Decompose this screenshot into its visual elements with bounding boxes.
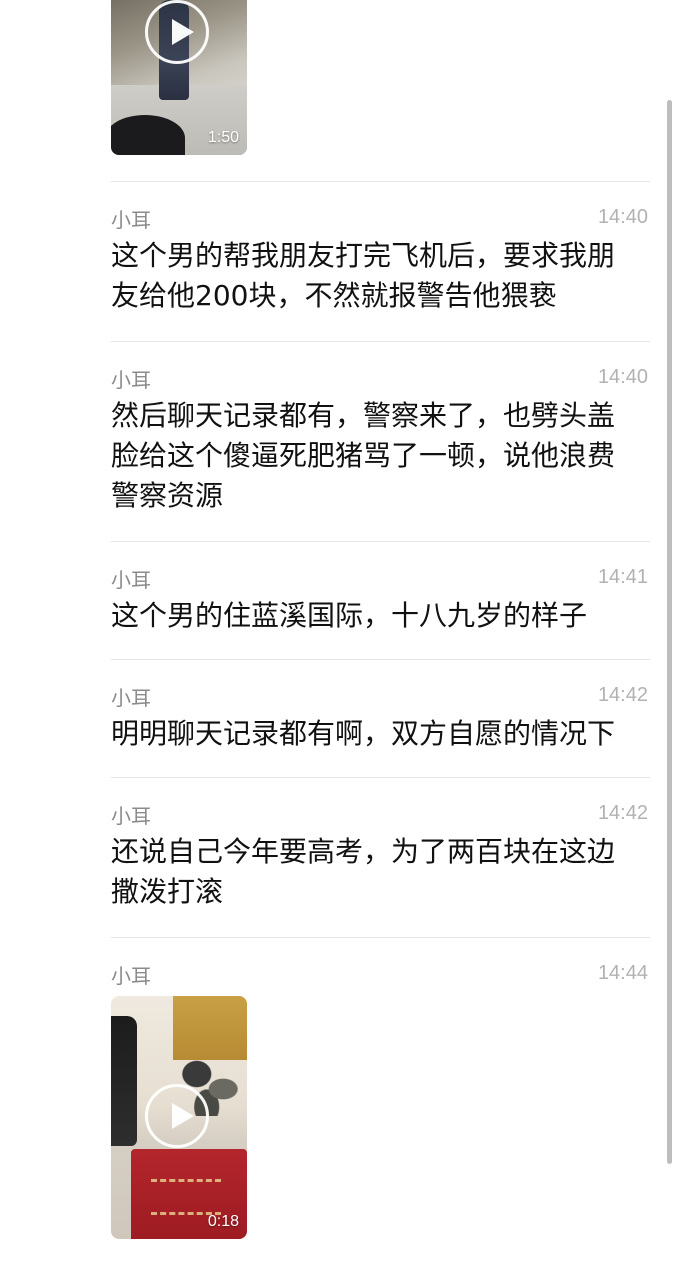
- message-sender: 小耳: [111, 368, 151, 392]
- message-divider: [111, 937, 650, 938]
- message-sender: 小耳: [111, 568, 151, 592]
- message-divider: [111, 541, 650, 542]
- video-thumbnail-mat-pattern: [151, 1179, 221, 1215]
- message-divider: [111, 341, 650, 342]
- message-sender: 小耳: [111, 208, 151, 232]
- message-sender: 小耳: [111, 686, 151, 710]
- play-icon[interactable]: [145, 0, 209, 64]
- video-duration: 1:50: [207, 129, 239, 146]
- play-icon[interactable]: [145, 1084, 209, 1148]
- chat-history-page: 1:50 小耳 14:40 这个男的帮我朋友打完飞机后，要求我朋友给他200块，…: [0, 0, 678, 1280]
- message-divider: [111, 777, 650, 778]
- message-time: 14:41: [597, 566, 648, 588]
- message-text: 明明聊天记录都有啊，双方自愿的情况下: [111, 717, 616, 750]
- video-thumbnail-leg: [111, 1016, 137, 1146]
- message-divider: [111, 181, 650, 182]
- message-time: 14:40: [597, 206, 648, 228]
- video-message-2[interactable]: 0:18: [111, 996, 247, 1239]
- scrollbar[interactable]: [667, 100, 672, 1164]
- message-divider: [111, 659, 650, 660]
- video-thumbnail-door: [173, 996, 247, 1060]
- video-duration: 0:18: [207, 1213, 239, 1230]
- video-message-1[interactable]: 1:50: [111, 0, 247, 155]
- message-text: 然后聊天记录都有，警察来了，也劈头盖脸给这个傻逼死肥猪骂了一顿，说他浪费警察资源: [111, 399, 616, 512]
- message-text: 这个男的帮我朋友打完飞机后，要求我朋友给他200块，不然就报警告他猥亵: [111, 239, 616, 312]
- message-time: 14:44: [597, 962, 648, 984]
- message-text: 这个男的住蓝溪国际，十八九岁的样子: [111, 599, 588, 632]
- message-sender: 小耳: [111, 804, 151, 828]
- message-time: 14:42: [597, 684, 648, 706]
- message-time: 14:42: [597, 802, 648, 824]
- message-text: 还说自己今年要高考，为了两百块在这边撒泼打滚: [111, 835, 616, 908]
- message-sender: 小耳: [111, 964, 151, 988]
- message-time: 14:40: [597, 366, 648, 388]
